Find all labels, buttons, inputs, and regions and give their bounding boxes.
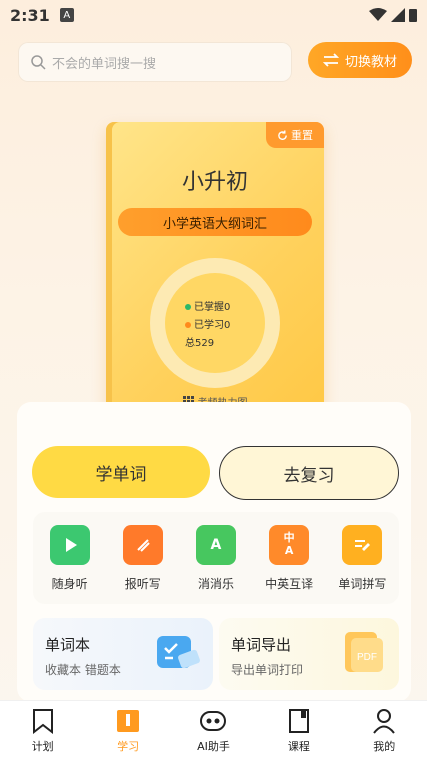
bookmark-icon (32, 708, 53, 734)
wordbook-icon (157, 636, 200, 669)
tab-study[interactable]: 学习 (93, 708, 163, 754)
textbook-card[interactable]: 重置 小升初 小学英语大纲词汇 已掌握0 已学习0 总529 考频热力图 (106, 122, 324, 418)
swap-icon (322, 53, 339, 67)
tool-spell-label: 单词拼写 (338, 576, 387, 591)
textbook-title: 小升初 (181, 170, 248, 195)
course-book-icon (288, 708, 309, 733)
status-bar: 2:31 A (0, 0, 427, 30)
wordbook-card[interactable]: 单词本 收藏本 错题本 (33, 618, 213, 690)
tool-match-label: 消消乐 (197, 576, 234, 591)
tab-me-label: 我的 (373, 739, 396, 753)
tab-ai[interactable]: AI助手 (178, 708, 248, 754)
pdf-icon: PDF (345, 632, 383, 672)
reset-button[interactable]: 重置 (266, 122, 324, 148)
signal-icon (391, 8, 405, 22)
tool-row: 随身听 报听写 A 消消乐 中A 中英互译 单词拼写 (33, 512, 399, 604)
total-stat: 总529 (185, 337, 215, 349)
user-icon (373, 708, 396, 734)
tab-course-label: 课程 (287, 739, 310, 753)
tab-bar: 计划 学习 AI助手 课程 我的 (0, 700, 427, 760)
tab-ai-label: AI助手 (197, 739, 230, 753)
translate-icon: 中A (269, 524, 310, 565)
study-book-icon (117, 709, 140, 732)
mastered-stat: 已掌握0 (185, 298, 265, 313)
tool-dictation[interactable]: 报听写 (108, 524, 178, 592)
progress-ring: 已掌握0 已学习0 总529 (150, 258, 280, 388)
refresh-icon (278, 129, 287, 140)
tool-match[interactable]: A 消消乐 (181, 524, 251, 592)
robot-icon (200, 710, 227, 731)
tool-dictation-label: 报听写 (124, 576, 161, 591)
tool-translate-label: 中英互译 (265, 576, 314, 591)
textbook-subtitle: 小学英语大纲词汇 (118, 208, 312, 236)
tool-spell[interactable]: 单词拼写 (327, 524, 397, 592)
tab-course[interactable]: 课程 (264, 708, 334, 754)
search-placeholder: 不会的单词搜一搜 (52, 56, 157, 72)
battery-icon (409, 9, 417, 22)
svg-text:PDF: PDF (357, 652, 377, 663)
export-card[interactable]: 单词导出 导出单词打印 PDF (219, 618, 399, 690)
learned-stat: 已学习0 (185, 316, 265, 331)
status-icons (369, 8, 417, 22)
tab-study-label: 学习 (117, 739, 140, 753)
play-icon (49, 524, 90, 565)
switch-textbook-label: 切换教材 (344, 54, 397, 70)
learn-words-button[interactable]: 学单词 (32, 446, 210, 498)
tab-plan-label: 计划 (31, 739, 54, 753)
switch-textbook-button[interactable]: 切换教材 (308, 42, 412, 78)
search-icon (31, 55, 46, 70)
tool-translate[interactable]: 中A 中英互译 (254, 524, 324, 592)
dictation-icon (122, 524, 163, 565)
tab-me[interactable]: 我的 (349, 708, 419, 754)
search-input[interactable]: 不会的单词搜一搜 (18, 42, 292, 82)
tool-listen[interactable]: 随身听 (35, 524, 105, 592)
review-button[interactable]: 去复习 (219, 446, 399, 500)
wifi-icon (369, 8, 387, 21)
status-time: 2:31 (10, 5, 50, 25)
tab-plan[interactable]: 计划 (8, 708, 78, 754)
tool-listen-label: 随身听 (51, 576, 88, 591)
spell-icon (342, 524, 383, 565)
reset-label: 重置 (291, 129, 313, 142)
match-game-icon: A (195, 524, 236, 565)
notification-icon: A (59, 8, 74, 22)
progress-stats: 已掌握0 已学习0 总529 (165, 273, 265, 373)
